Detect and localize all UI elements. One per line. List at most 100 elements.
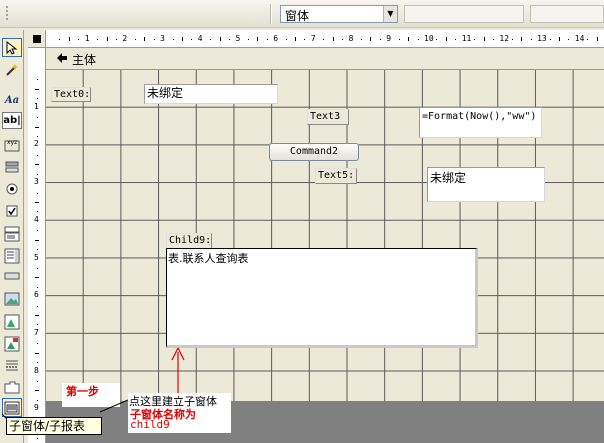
control-wizards-icon[interactable] [2,61,22,80]
ruler-tick [37,192,38,194]
ruler-tick [59,39,61,40]
ruler-number: 13 [537,34,547,43]
unbound-object-frame-icon[interactable] [2,312,22,331]
ruler-tick [106,37,108,41]
ruler-tick [37,324,38,326]
ruler-tick [445,37,447,41]
ruler-tick [587,39,589,40]
bound-object-frame-icon[interactable] [2,334,22,353]
object-selector-combo[interactable]: 窗体 ▼ [280,5,398,23]
ruler-tick [37,437,38,439]
list-box-icon[interactable] [2,246,22,265]
option-button-icon[interactable] [2,180,22,199]
ruler-tick [37,211,38,213]
ruler-tick [304,39,306,40]
ruler-tick [295,37,297,41]
ruler-number: 8 [34,365,39,375]
command-button-icon[interactable] [2,268,22,287]
tab-control-icon[interactable] [2,378,22,397]
ruler-number: 4 [34,214,39,224]
ruler-tick [417,39,419,40]
ruler-number: 6 [273,34,279,43]
ruler-tick [37,173,38,175]
ruler-number: 6 [34,290,39,300]
vertical-ruler[interactable]: 1 2 3 4 5 6 7 8 9 [28,48,46,443]
ruler-tick [144,37,146,41]
ruler-tick [408,37,410,41]
ruler-tick [78,39,80,40]
horizontal-ruler[interactable]: 1 2 3 4 5 6 7 8 9 10 11 12 13 14 [46,30,604,48]
ruler-tick [37,305,38,307]
ruler-tick [436,39,438,40]
step1-note: 第一步 [66,385,99,398]
ruler-tick [379,39,381,40]
toggle-button-icon[interactable] [2,158,22,177]
ruler-tick [153,39,155,40]
ruler-tick [35,390,39,392]
font-name-combo[interactable] [404,5,524,23]
ruler-tick [37,267,38,269]
ruler-number: 7 [310,34,316,43]
ruler-number: 5 [235,34,241,43]
form-selector[interactable] [28,30,46,48]
ruler-tick [342,39,344,40]
chevron-down-icon[interactable]: ▼ [383,6,397,22]
child9-subform[interactable]: 表.联系人查询表 [166,248,478,348]
combo-box-icon[interactable] [2,224,22,243]
page-break-icon[interactable] [2,356,22,375]
ruler-tick [37,79,38,81]
text3-textbox[interactable]: =Format(Now(),"ww") [419,107,542,138]
ruler-tick [37,154,38,156]
ruler-tick [35,315,39,317]
ruler-tick [35,126,39,128]
text5-label[interactable]: Text5: [315,168,357,184]
ruler-number: 2 [34,139,39,149]
ruler-number: 10 [424,34,434,43]
ruler-tick [229,39,231,40]
ruler-number: 8 [348,34,354,43]
command2-button[interactable]: Command2 [269,143,359,161]
child9-source-object: 表.联系人查询表 [168,252,249,265]
detail-section-bar[interactable]: 主体 [46,48,604,70]
text-box-tool-icon[interactable]: ab| [2,112,22,129]
option-group-icon[interactable]: xyz [2,136,22,155]
font-size-combo[interactable] [530,5,604,23]
image-tool-icon[interactable] [2,290,22,309]
ruler-tick [474,39,476,40]
form-selector-square [33,35,41,43]
text0-textbox[interactable]: 未绑定 [144,84,278,104]
ruler-number: 1 [34,101,39,111]
ruler-tick [37,230,38,232]
ruler-tick [511,39,513,40]
ruler-number: 7 [34,327,39,337]
select-objects-icon[interactable] [2,38,22,57]
ruler-number: 1 [84,34,90,43]
text0-label[interactable]: Text0: [51,87,91,102]
ruler-tick [285,39,287,40]
ruler-tick [115,39,117,40]
ruler-tick [568,39,570,40]
toolbar-grip[interactable] [3,4,13,24]
object-selector-value: 窗体 [285,9,310,23]
ruler-tick [332,37,334,41]
check-box-icon[interactable] [2,202,22,221]
form-design-surface: 1 2 3 4 5 6 7 8 9 10 11 12 13 14 123456789 主体 [28,30,604,443]
ruler-tick [37,117,38,119]
ruler-tick [219,37,221,41]
child9-label[interactable]: Child9: [166,233,212,249]
ruler-tick [35,352,39,354]
toolbox: Aa ab| xyz [0,30,24,443]
ruler-tick [134,39,136,40]
ruler-tick [35,239,39,241]
ruler-tick [191,39,193,40]
tooltip-pointer-line [99,399,129,413]
label-tool-icon[interactable]: Aa [2,91,22,110]
subform-name-value-note: child9 [130,418,170,431]
text3-label[interactable]: Text3 [307,109,349,125]
ruler-tick [37,98,38,100]
ruler-tick [68,37,70,41]
ruler-tick [323,39,325,40]
ruler-number: 11 [461,34,472,43]
text5-textbox[interactable]: 未绑定 [427,167,545,202]
ruler-tick [35,201,39,203]
